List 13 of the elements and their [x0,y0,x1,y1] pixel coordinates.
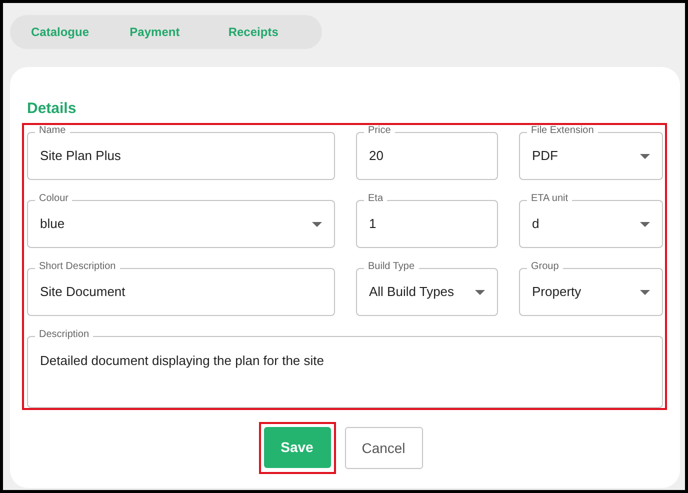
section-title: Details [27,99,78,119]
caret-icon [640,290,650,294]
dropdown-field[interactable]: blue [27,200,335,248]
field-label: Short Description [35,261,120,273]
caret-icon [640,222,650,226]
field-label: Group [527,261,563,273]
cancel-button[interactable]: Cancel [344,427,422,469]
caret-icon [312,222,322,226]
caret-icon [475,290,485,294]
field-label: Description [35,329,94,341]
field-label: Build Type [364,261,419,273]
caret-icon [640,154,650,158]
input-field[interactable]: Site Plan Plus [27,132,335,180]
